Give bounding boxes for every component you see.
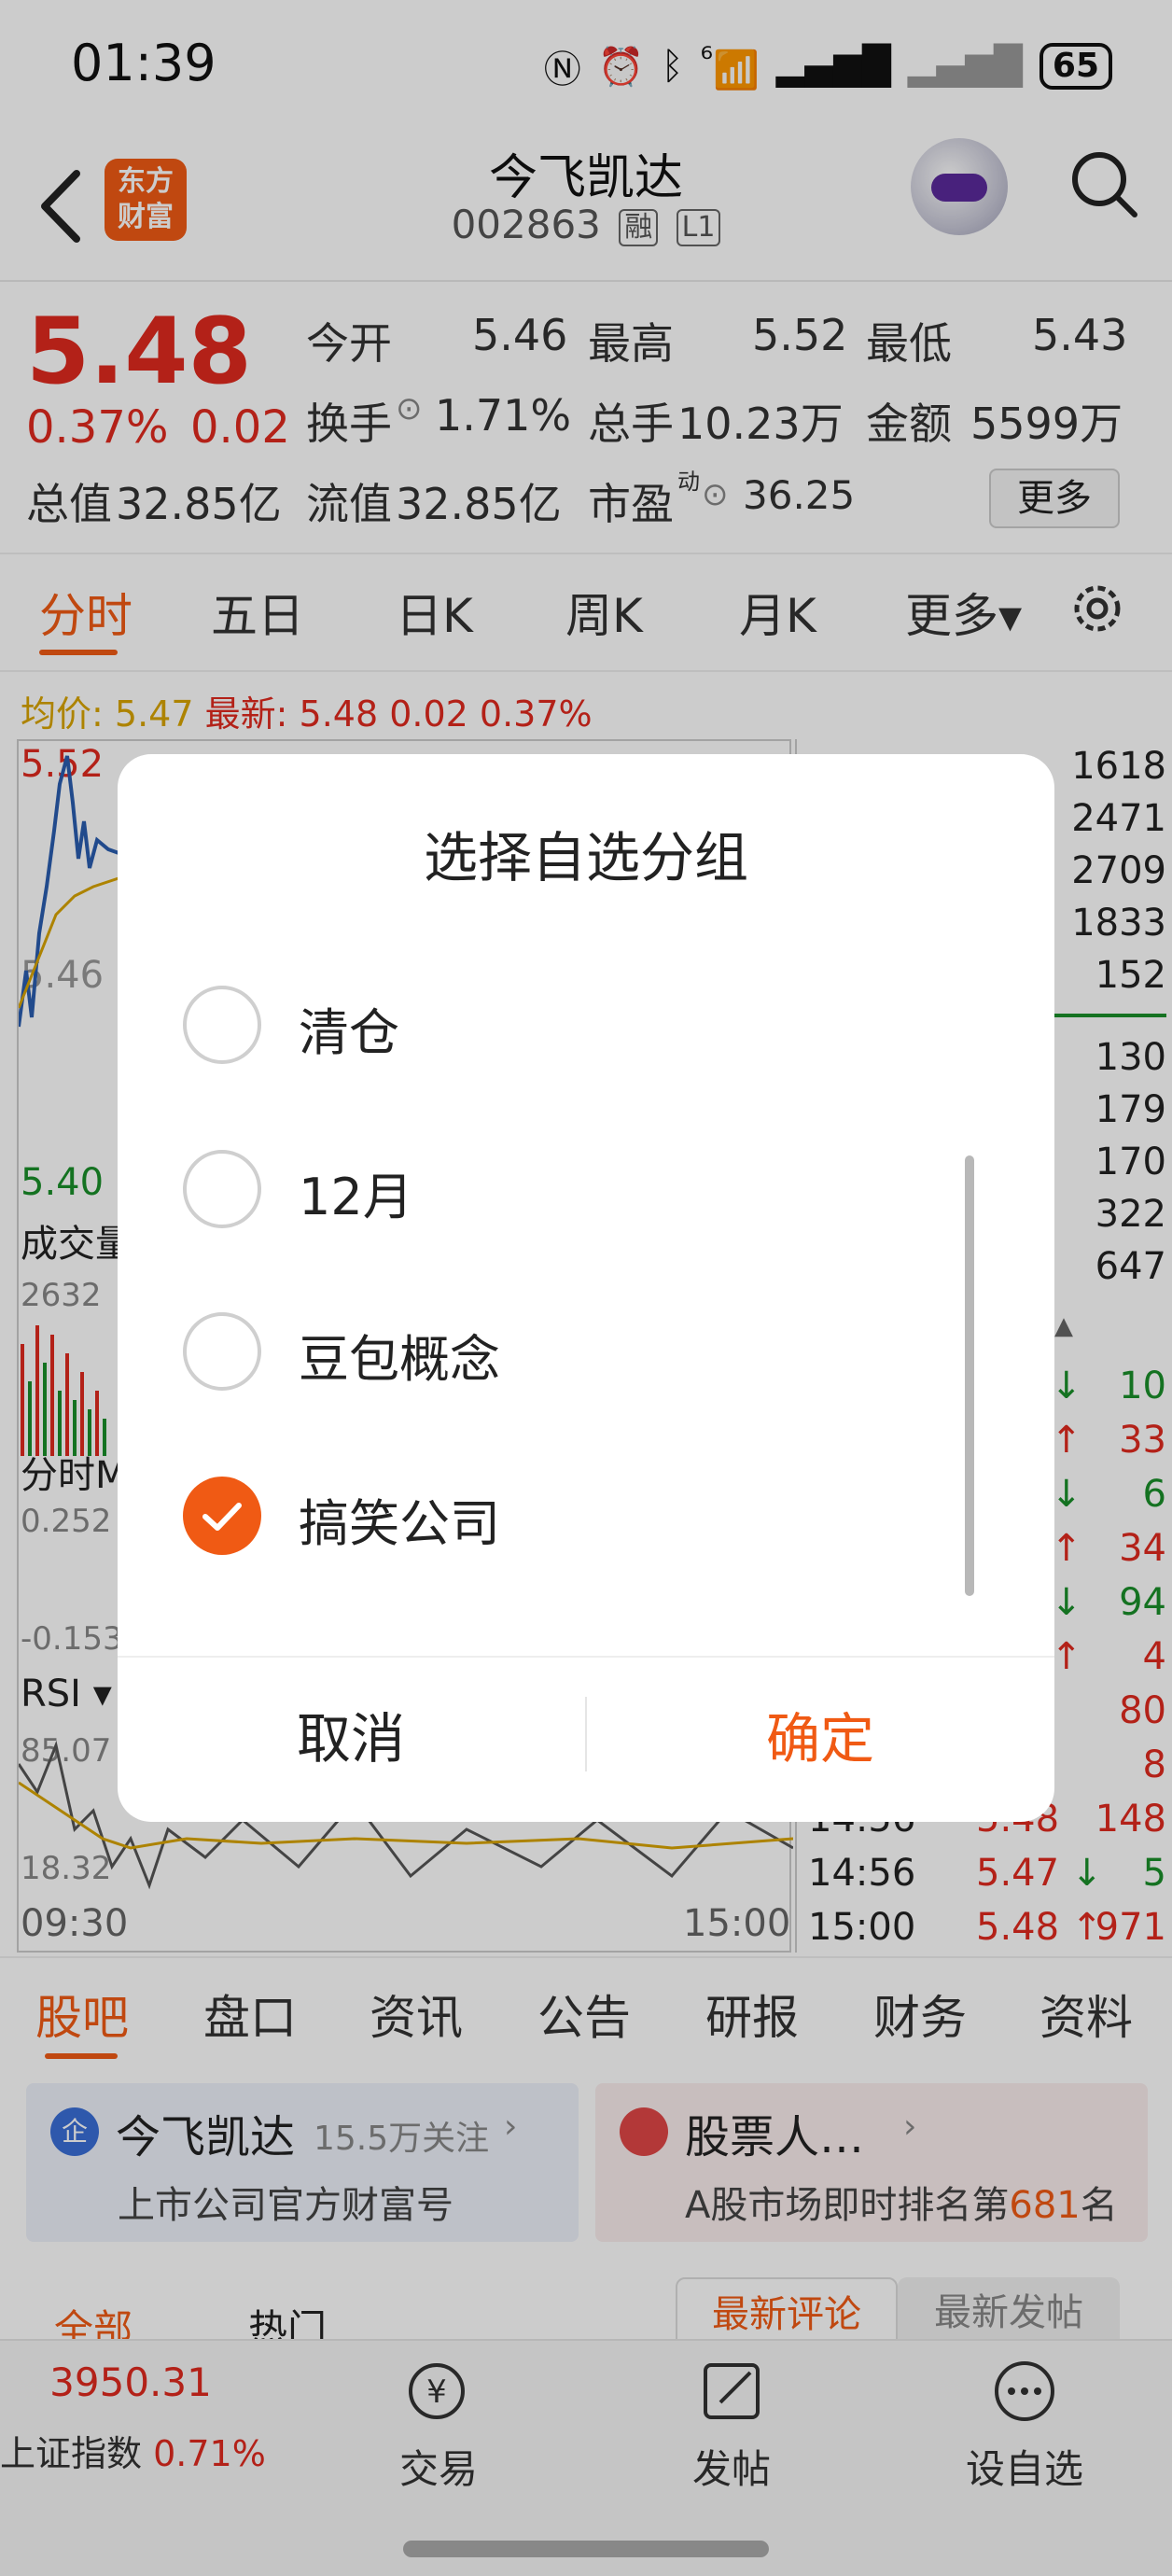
radio-checked-icon[interactable] (183, 1477, 261, 1555)
radio-unchecked-icon[interactable] (183, 1150, 261, 1228)
group-option-label: 豆包概念 (299, 1330, 500, 1389)
radio-unchecked-icon[interactable] (183, 1312, 261, 1391)
group-option-funny[interactable]: 搞笑公司 (183, 1463, 929, 1575)
group-option-label: 清仓 (299, 1003, 399, 1062)
home-indicator[interactable] (403, 2541, 769, 2557)
group-option-label: 搞笑公司 (299, 1494, 500, 1553)
confirm-button[interactable]: 确定 (586, 1687, 1054, 1790)
radio-unchecked-icon[interactable] (183, 986, 261, 1064)
dialog-title: 选择自选分组 (423, 826, 748, 889)
dialog-scrollbar[interactable] (965, 1155, 974, 1596)
watchlist-group-dialog: 选择自选分组 清仓 12月 豆包概念 搞笑公司 取消 确定 (118, 754, 1054, 1822)
cancel-button[interactable]: 取消 (118, 1687, 584, 1790)
group-option-doubao[interactable]: 豆包概念 (183, 1299, 929, 1411)
group-option-label: 12月 (299, 1168, 413, 1226)
group-option-qingcang[interactable]: 清仓 (183, 973, 929, 1085)
group-option-december[interactable]: 12月 (183, 1137, 929, 1249)
